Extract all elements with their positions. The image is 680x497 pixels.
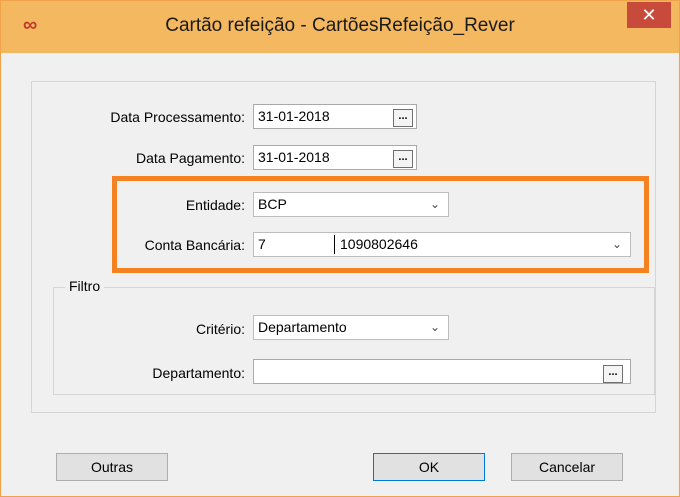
highlight-box — [112, 176, 649, 273]
departamento-field[interactable] — [253, 359, 631, 384]
filtro-legend: Filtro — [65, 278, 105, 294]
dialog-window: ∞ Cartão refeição - CartõesRefeição_Reve… — [0, 0, 680, 497]
close-button[interactable]: ✕ — [627, 2, 671, 28]
outras-button[interactable]: Outras — [56, 453, 168, 481]
departamento-label: Departamento: — [152, 365, 245, 381]
chevron-down-icon: ⌄ — [611, 237, 622, 251]
criterio-label: Critério: — [195, 321, 245, 337]
data-pagamento-label: Data Pagamento: — [136, 150, 245, 166]
data-pagamento-value: 31-01-2018 — [258, 149, 330, 165]
entidade-label: Entidade: — [185, 197, 245, 213]
conta-bancaria-label: Conta Bancária: — [144, 237, 245, 253]
criterio-select[interactable]: Departamento ⌄ — [253, 315, 449, 340]
ellipsis-icon: ... — [398, 110, 408, 122]
data-pagamento-picker-button[interactable]: ... — [393, 150, 413, 168]
close-icon: ✕ — [641, 5, 657, 25]
entidade-select[interactable]: BCP ⌄ — [253, 192, 449, 217]
chevron-down-icon: ⌄ — [429, 197, 440, 211]
ellipsis-icon: ... — [608, 366, 618, 378]
cancelar-button[interactable]: Cancelar — [511, 453, 623, 481]
entidade-value: BCP — [258, 196, 287, 212]
ok-button[interactable]: OK — [373, 453, 485, 481]
chevron-down-icon: ⌄ — [429, 320, 440, 334]
data-processamento-value: 31-01-2018 — [258, 108, 330, 124]
data-processamento-label: Data Processamento: — [110, 109, 245, 125]
conta-bancaria-select[interactable]: 7 1090802646 ⌄ — [253, 232, 631, 257]
window-title: Cartão refeição - CartõesRefeição_Rever — [165, 15, 515, 36]
column-separator — [334, 235, 335, 254]
departamento-picker-button[interactable]: ... — [603, 365, 623, 383]
conta-bancaria-number: 1090802646 — [340, 236, 418, 252]
conta-bancaria-code: 7 — [258, 236, 266, 252]
title-bar[interactable]: ∞ Cartão refeição - CartõesRefeição_Reve… — [1, 1, 679, 53]
criterio-value: Departamento — [258, 319, 347, 335]
data-processamento-picker-button[interactable]: ... — [393, 109, 413, 127]
ellipsis-icon: ... — [398, 151, 408, 163]
